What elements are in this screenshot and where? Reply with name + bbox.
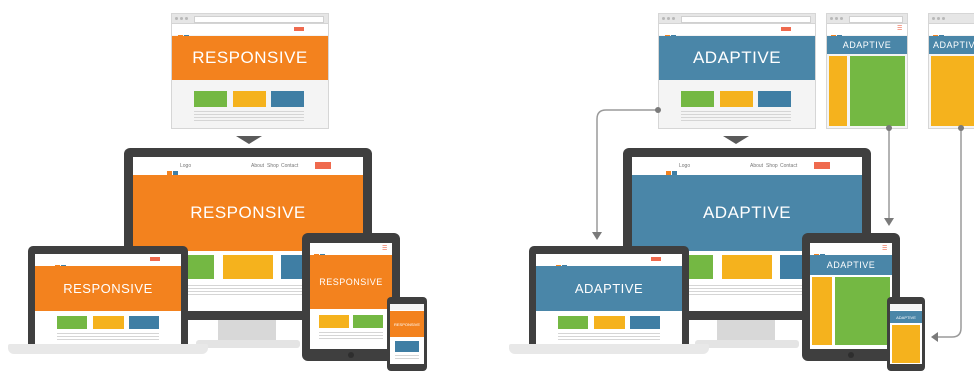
text-lines [558, 333, 660, 342]
laptop-screen: ADAPTIVE [536, 254, 682, 346]
content-block-yellow [892, 325, 920, 363]
site-nav: Logo About Shop Contact [632, 157, 862, 176]
laptop-base [509, 344, 709, 354]
adaptive-hero: ADAPTIVE [890, 311, 922, 323]
adaptive-laptop: ADAPTIVE [529, 246, 689, 346]
adaptive-tablet: ☰ ADAPTIVE [802, 233, 900, 361]
content-block-blue [630, 316, 660, 329]
adaptive-phone-label: ADAPTIVE [896, 314, 916, 320]
adaptive-phone: ADAPTIVE [887, 297, 925, 371]
arrow-start-dot [958, 125, 964, 131]
arrowhead-icon [931, 332, 938, 342]
nav-about[interactable]: About [750, 163, 763, 169]
content-block-yellow [722, 255, 772, 279]
arrowhead-icon [592, 232, 602, 240]
tablet-screen: ☰ ADAPTIVE [810, 243, 892, 349]
buy-button[interactable] [651, 257, 661, 261]
home-button[interactable] [848, 352, 854, 358]
nav-contact[interactable]: Contact [780, 163, 797, 169]
arrow-start-dot [655, 107, 661, 113]
content-block-yellow [812, 277, 832, 345]
adaptive-hero: ADAPTIVE [536, 266, 682, 311]
monitor-base [695, 340, 799, 348]
content-block-yellow [594, 316, 625, 329]
adaptive-tablet-label: ADAPTIVE [826, 260, 876, 270]
site-nav [536, 254, 682, 270]
monitor-stand [717, 320, 775, 342]
content-block-green [558, 316, 588, 329]
adaptive-monitor-label: ADAPTIVE [702, 203, 792, 222]
logo-text: Logo [679, 163, 691, 169]
arrowhead-icon [884, 218, 894, 226]
content-block-green [835, 277, 890, 345]
site-nav [890, 304, 922, 310]
menu-icon[interactable]: ☰ [882, 245, 887, 252]
adaptive-laptop-label: ADAPTIVE [574, 281, 644, 296]
arrow-start-dot [886, 125, 892, 131]
site-nav: ☰ [810, 243, 892, 259]
arrow-phone-browser-to-phone [938, 128, 962, 338]
adaptive-hero: ADAPTIVE [810, 255, 892, 275]
buy-button[interactable] [814, 162, 830, 169]
nav-shop[interactable]: Shop [766, 163, 778, 169]
phone-screen: ADAPTIVE [890, 304, 922, 364]
